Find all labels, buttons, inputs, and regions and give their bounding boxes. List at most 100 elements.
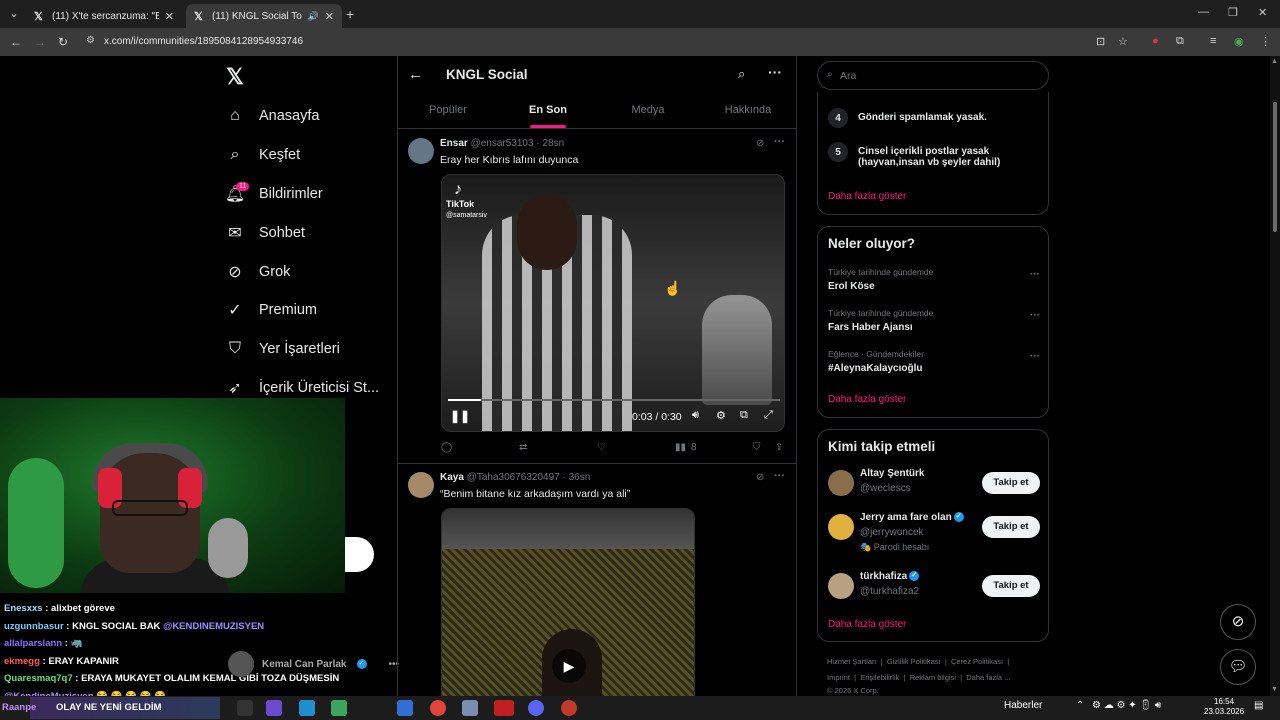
post[interactable]: Kaya @Taha30676320497 · 36sn ⊘ ··· “Beni… <box>398 464 796 696</box>
avatar[interactable] <box>828 573 854 599</box>
install-app-icon[interactable]: ⊡ <box>1096 35 1105 48</box>
follow-button[interactable]: Takip et <box>982 472 1040 494</box>
fullscreen-icon[interactable]: ⤢ <box>764 409 773 422</box>
browser-tab-1[interactable]: 𝕏 (11) X'te sercanzuma: "BEYLER I ✕ <box>26 4 182 28</box>
grok-float-button[interactable]: ⊘ <box>1220 604 1256 640</box>
video-player[interactable]: ♪ TikTok @samatarsiv ❚❚ 0:03 / 0:30 🔊︎ ⚙… <box>441 174 785 432</box>
nav-item-grok[interactable]: ⊘ Grok <box>226 258 290 286</box>
more-icon[interactable]: ··· <box>1030 351 1040 362</box>
copilot-icon[interactable] <box>266 700 282 716</box>
bookmark-icon[interactable]: ⛉ <box>753 442 761 453</box>
more-icon[interactable]: ··· <box>768 64 782 80</box>
nav-item-premium[interactable]: ✓ Premium <box>226 296 317 324</box>
messages-float-button[interactable]: 💬︎ <box>1220 649 1256 685</box>
tab-media[interactable]: Medya <box>598 94 698 128</box>
nav-item-messages[interactable]: ✉ Sohbet <box>226 219 305 247</box>
account-switcher-overlay[interactable]: Kemal Can Parlak ✓ ••• <box>228 651 399 677</box>
post-time[interactable]: 28sn <box>542 138 564 149</box>
reply-icon[interactable]: ◯ <box>441 442 452 453</box>
tab-popular[interactable]: Popüler <box>398 94 498 128</box>
show-more-link[interactable]: Daha fazla göster <box>828 394 906 405</box>
extension-icon[interactable]: ● <box>1152 35 1159 47</box>
follow-button[interactable]: Takip et <box>982 516 1040 538</box>
notifications-icon[interactable]: ▤ <box>1254 700 1263 711</box>
nav-item-bookmarks[interactable]: ⛉ Yer İşaretleri <box>226 335 340 363</box>
tray-chevron-icon[interactable]: ⌃ <box>1076 700 1084 711</box>
pip-icon[interactable]: ⧉ <box>740 409 748 422</box>
scroll-up-icon[interactable]: ▲ <box>1271 58 1278 65</box>
close-icon[interactable]: ✕ <box>165 10 174 23</box>
footer-link[interactable]: Erişilebilirlik <box>860 673 899 682</box>
minimize-icon[interactable]: — <box>1198 6 1209 18</box>
play-icon[interactable]: ▶ <box>552 649 586 683</box>
search-icon[interactable]: ⌕ <box>738 66 745 82</box>
edge-icon[interactable] <box>299 700 315 716</box>
more-icon[interactable]: ··· <box>774 470 785 482</box>
follow-suggestion[interactable]: türkhafiza ✓ @turkhafiza2 Takip et <box>828 571 1040 601</box>
avatar[interactable] <box>828 514 854 540</box>
new-tab-button[interactable]: + <box>346 6 354 22</box>
views-icon[interactable]: ▮▮ <box>675 442 686 453</box>
video-player[interactable]: ▶ <box>441 508 695 696</box>
footer-link[interactable]: Daha fazla ... <box>966 673 1010 682</box>
more-icon[interactable]: ··· <box>1030 269 1040 280</box>
app-icon[interactable] <box>462 700 478 716</box>
show-more-link[interactable]: Daha fazla göster <box>828 619 906 630</box>
pause-icon[interactable]: ❚❚ <box>450 409 470 423</box>
restore-icon[interactable]: ❐ <box>1228 6 1238 19</box>
scrollbar-thumb[interactable] <box>1273 102 1277 232</box>
nav-item-explore[interactable]: ⌕ Keşfet <box>226 141 301 169</box>
outlook-icon[interactable] <box>397 700 413 716</box>
scroll-down-icon[interactable]: ▼ <box>1271 686 1278 693</box>
footer-link[interactable]: Reklam bilgisi <box>910 673 956 682</box>
settings-icon[interactable]: ⚙ <box>716 409 726 422</box>
grok-icon[interactable]: ⊘ <box>756 472 764 483</box>
avatar[interactable] <box>828 470 854 496</box>
footer-link[interactable]: Hizmet Şartları <box>827 657 877 666</box>
bookmark-star-icon[interactable]: ☆ <box>1118 35 1128 48</box>
back-icon[interactable]: ← <box>10 35 22 49</box>
search-input[interactable]: ⌕ Ara <box>817 61 1049 90</box>
avatar[interactable] <box>408 138 434 164</box>
task-view-icon[interactable] <box>237 700 253 716</box>
tab-about[interactable]: Hakkında <box>698 94 796 128</box>
nav-item-notifications[interactable]: 🔔︎ 11 Bildirimler <box>225 180 323 208</box>
back-arrow-icon[interactable]: ← <box>408 66 423 83</box>
video-progress-bar[interactable] <box>448 399 780 401</box>
browser-menu-icon[interactable]: ⋮ <box>1260 35 1271 48</box>
tab-search-chevron-icon[interactable]: ⌄ <box>6 6 22 22</box>
follow-button[interactable]: Takip et <box>982 575 1040 597</box>
grok-icon[interactable]: ⊘ <box>756 138 764 149</box>
store-icon[interactable] <box>331 700 347 716</box>
tray-icons[interactable]: ⚙ ☁ ⚙ ✦ 🔋︎ 🔊︎ <box>1092 700 1161 711</box>
site-info-icon[interactable]: ⚙ <box>86 35 95 46</box>
speaker-icon[interactable]: 🔊 <box>308 11 319 22</box>
more-icon[interactable]: ··· <box>774 136 785 148</box>
system-clock[interactable]: 16:54 23.03.2026 <box>1204 697 1244 717</box>
share-icon[interactable]: ⇪ <box>775 442 783 453</box>
footer-link[interactable]: Gizlilik Politikası <box>887 657 941 666</box>
post-author-name[interactable]: Kaya <box>440 472 464 483</box>
profile-avatar-icon[interactable]: ◉ <box>1234 35 1244 48</box>
post[interactable]: Ensar @ensar53103 · 28sn ⊘ ··· Eray her … <box>398 130 796 464</box>
x-home-logo-icon[interactable]: 𝕏 <box>226 64 244 90</box>
follow-suggestion[interactable]: Jerry ama fare olan ✓ @jerrywoncek 🎭 Paro… <box>828 512 1040 552</box>
footer-link[interactable]: Çerez Politikası <box>951 657 1003 666</box>
obs-icon[interactable] <box>561 700 577 716</box>
nav-item-home[interactable]: ⌂ Anasayfa <box>226 102 319 130</box>
post-handle[interactable]: @Taha30676320497 <box>467 472 560 483</box>
forward-icon[interactable]: → <box>34 35 46 49</box>
tab-latest[interactable]: En Son <box>498 94 598 128</box>
like-icon[interactable]: ♡ <box>597 442 606 453</box>
footer-link[interactable]: Imprint <box>827 673 850 682</box>
trend-item[interactable]: Türkiye tarihinde gündemde Erol Köse ··· <box>828 267 1040 292</box>
scrollbar[interactable]: ▲ ▼ <box>1270 56 1280 696</box>
trend-item[interactable]: Eğlence · Gündemdekiler #AleynaKalaycıoğ… <box>828 349 1040 374</box>
volume-icon[interactable]: 🔊︎ <box>692 409 699 422</box>
trend-item[interactable]: Türkiye tarihinde gündemde Fars Haber Aj… <box>828 308 1040 333</box>
media-control-icon[interactable]: ≡ <box>1210 35 1216 47</box>
app-icon[interactable] <box>494 700 514 716</box>
close-icon[interactable]: ✕ <box>325 10 334 23</box>
browser-tab-2[interactable]: 𝕏 (11) KNGL Social Topluluk / 🔊 ✕ <box>186 4 342 28</box>
avatar[interactable] <box>408 472 434 498</box>
